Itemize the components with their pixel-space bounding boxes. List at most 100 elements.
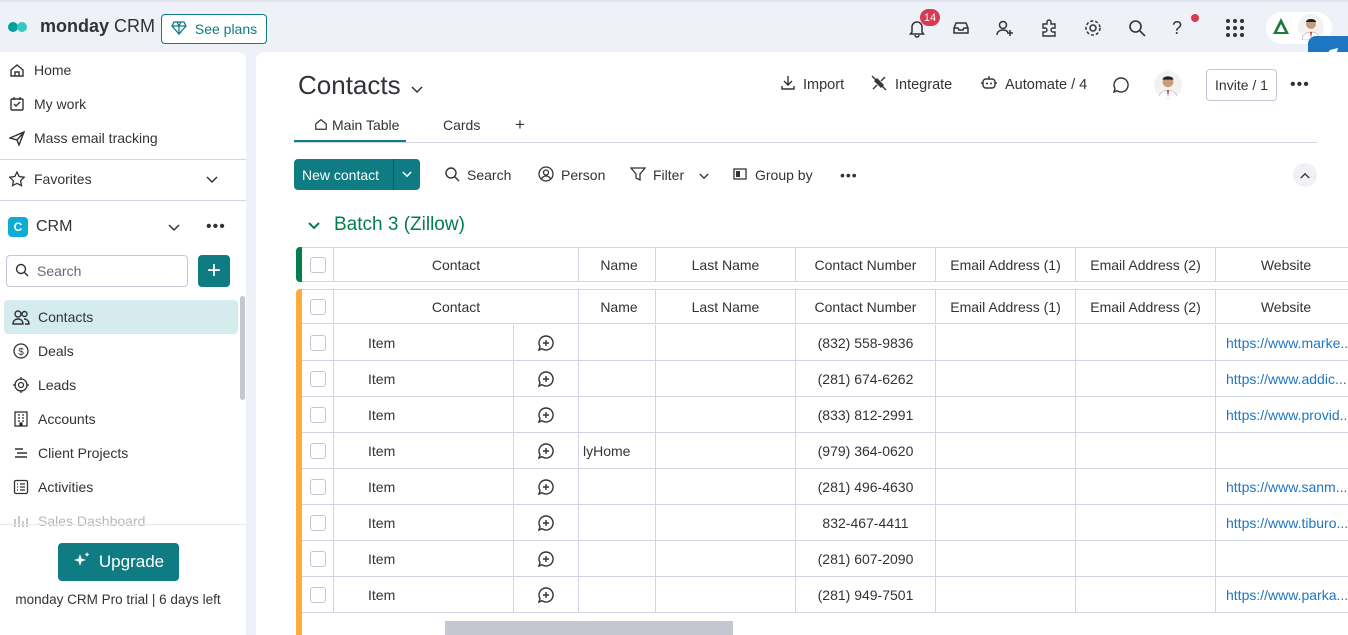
contact-number-cell[interactable]: (833) 812-2991 — [796, 397, 936, 432]
sidebar-item-activities[interactable]: Activities — [12, 473, 93, 501]
new-contact-button[interactable]: New contact — [294, 159, 420, 190]
app-grid-icon[interactable] — [1224, 17, 1246, 39]
first-name-cell[interactable] — [579, 469, 656, 504]
first-name-cell[interactable] — [579, 361, 656, 396]
last-name-cell[interactable] — [656, 433, 796, 468]
add-update-icon[interactable] — [514, 397, 579, 432]
contact-number-cell[interactable]: (979) 364-0620 — [796, 433, 936, 468]
integrate-button[interactable]: Integrate — [870, 74, 952, 96]
first-name-cell[interactable] — [579, 397, 656, 432]
item-name-cell[interactable]: Item — [334, 505, 514, 540]
add-update-icon[interactable] — [514, 433, 579, 468]
add-update-icon[interactable] — [514, 577, 579, 612]
row-checkbox[interactable] — [309, 406, 326, 423]
chevron-down-icon[interactable] — [393, 159, 420, 190]
group-by-button[interactable]: Group by — [732, 165, 813, 185]
tab-cards[interactable]: Cards — [443, 110, 480, 140]
item-name-cell[interactable]: Item — [334, 361, 514, 396]
add-update-icon[interactable] — [514, 325, 579, 360]
item-name-cell[interactable]: Item — [334, 325, 514, 360]
table-row[interactable]: Item (832) 558-9836 https://www.marke... — [302, 325, 1348, 361]
help-icon[interactable]: ? — [1166, 17, 1188, 39]
chevron-down-icon[interactable] — [699, 167, 709, 183]
website-link[interactable] — [1216, 541, 1348, 576]
row-select-cell[interactable] — [302, 469, 334, 504]
last-name-cell[interactable] — [656, 505, 796, 540]
apps-icon[interactable] — [1038, 17, 1060, 39]
email-2-cell[interactable] — [1076, 325, 1216, 360]
sidebar-item-my-work[interactable]: My work — [8, 90, 86, 118]
email-1-cell[interactable] — [936, 433, 1076, 468]
column-header-email-2[interactable]: Email Address (2) — [1076, 248, 1216, 281]
invite-user-icon[interactable] — [994, 17, 1016, 39]
row-select-cell[interactable] — [302, 541, 334, 576]
website-link[interactable]: https://www.sanm... — [1216, 469, 1348, 504]
email-2-cell[interactable] — [1076, 505, 1216, 540]
email-1-cell[interactable] — [936, 397, 1076, 432]
inbox-icon[interactable] — [950, 17, 972, 39]
sidebar-item-accounts[interactable]: Accounts — [12, 405, 96, 433]
add-view-button[interactable]: + — [515, 110, 525, 140]
updates-chat-icon[interactable] — [1112, 74, 1130, 96]
column-header-email-1[interactable]: Email Address (1) — [936, 248, 1076, 281]
column-header-website[interactable]: Website — [1216, 290, 1348, 323]
search-button[interactable]: Search — [444, 165, 511, 185]
item-name-cell[interactable]: Item — [334, 433, 514, 468]
select-all-checkbox[interactable] — [309, 298, 326, 315]
row-checkbox[interactable] — [309, 550, 326, 567]
row-select-cell[interactable] — [302, 325, 334, 360]
email-2-cell[interactable] — [1076, 433, 1216, 468]
website-link[interactable]: https://www.tiburo... — [1216, 505, 1348, 540]
filter-button[interactable]: Filter — [629, 165, 709, 185]
contact-number-cell[interactable]: (281) 607-2090 — [796, 541, 936, 576]
column-header-website[interactable]: Website — [1216, 248, 1348, 281]
column-header-email-1[interactable]: Email Address (1) — [936, 290, 1076, 323]
add-update-icon[interactable] — [514, 541, 579, 576]
sidebar-search-input[interactable]: Search — [6, 255, 188, 287]
column-header-first-name[interactable]: Name — [579, 290, 656, 323]
column-header-last-name[interactable]: Last Name — [656, 248, 796, 281]
row-select-cell[interactable] — [302, 505, 334, 540]
website-link[interactable]: https://www.parka... — [1216, 577, 1348, 612]
board-owner-avatar[interactable] — [1154, 71, 1182, 99]
more-toolbar-icon[interactable]: ••• — [840, 165, 858, 185]
table-row[interactable]: Item (833) 812-2991 https://www.provid... — [302, 397, 1348, 433]
row-checkbox[interactable] — [309, 442, 326, 459]
email-1-cell[interactable] — [936, 541, 1076, 576]
select-all-cell[interactable] — [302, 290, 334, 323]
sidebar-item-contacts[interactable]: Contacts — [12, 303, 93, 331]
contact-number-cell[interactable]: 832-467-4411 — [796, 505, 936, 540]
first-name-cell[interactable]: lyHome — [579, 433, 656, 468]
contact-number-cell[interactable]: (832) 558-9836 — [796, 325, 936, 360]
invite-button[interactable]: Invite / 1 — [1206, 69, 1277, 101]
person-filter-button[interactable]: Person — [538, 165, 605, 185]
email-2-cell[interactable] — [1076, 541, 1216, 576]
import-button[interactable]: Import — [780, 74, 844, 96]
row-checkbox[interactable] — [309, 586, 326, 603]
sidebar-item-deals[interactable]: $ Deals — [12, 337, 74, 365]
item-name-cell[interactable]: Item — [334, 577, 514, 612]
sidebar-item-mass-email-tracking[interactable]: Mass email tracking — [8, 124, 158, 152]
column-header-contact-number[interactable]: Contact Number — [796, 248, 936, 281]
column-header-contact[interactable]: Contact — [334, 248, 579, 281]
contact-number-cell[interactable]: (281) 496-4630 — [796, 469, 936, 504]
automate-button[interactable]: Automate / 4 — [980, 74, 1087, 96]
add-update-icon[interactable] — [514, 469, 579, 504]
item-name-cell[interactable]: Item — [334, 397, 514, 432]
select-all-checkbox[interactable] — [309, 256, 326, 273]
table-row[interactable]: Item (281) 496-4630 https://www.sanm... — [302, 469, 1348, 505]
last-name-cell[interactable] — [656, 469, 796, 504]
sidebar-item-sales-dashboard[interactable]: Sales Dashboard — [12, 507, 145, 535]
row-select-cell[interactable] — [302, 433, 334, 468]
collapse-toolbar-icon[interactable] — [1293, 163, 1317, 187]
board-title[interactable]: Contacts — [298, 70, 423, 101]
email-2-cell[interactable] — [1076, 577, 1216, 612]
row-checkbox[interactable] — [309, 334, 326, 351]
item-name-cell[interactable]: Item — [334, 469, 514, 504]
first-name-cell[interactable] — [579, 541, 656, 576]
website-link[interactable]: https://www.marke... — [1216, 325, 1348, 360]
sidebar-item-leads[interactable]: Leads — [12, 371, 76, 399]
select-all-cell[interactable] — [302, 248, 334, 281]
table-row[interactable]: Item (281) 674-6262 https://www.addic... — [302, 361, 1348, 397]
more-options-icon[interactable]: ••• — [206, 218, 226, 236]
